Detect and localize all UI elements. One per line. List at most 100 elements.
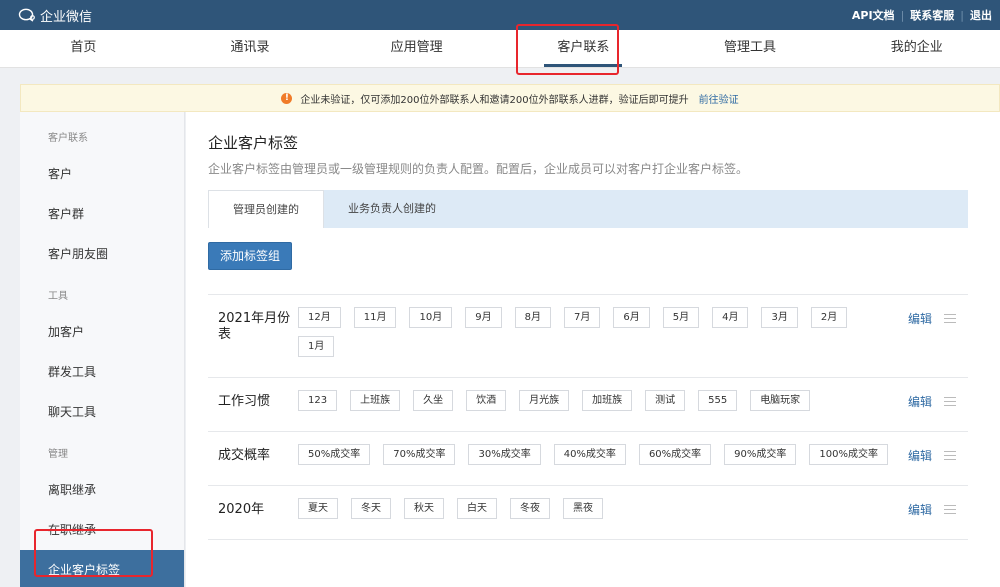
tag-chip[interactable]: 5月	[662, 307, 700, 328]
tag-list: 12月 11月 10月 9月 8月 7月 6月 5月 4月 3月 2月 1月	[298, 307, 908, 365]
nav-home[interactable]: 首页	[0, 30, 167, 67]
drag-handle-icon[interactable]	[944, 314, 957, 323]
sidebar: 客户联系 客户 客户群 客户朋友圈 工具 加客户 群发工具 聊天工具 管理 离职…	[20, 112, 185, 587]
tab-owner-created[interactable]: 业务负责人创建的	[324, 190, 460, 228]
tag-chip[interactable]: 6月	[613, 307, 650, 328]
app-name: 企业微信	[40, 9, 93, 25]
notice-text: 企业未验证，仅可添加200位外部联系人和邀请200位外部联系人进群，验证后即可提…	[300, 94, 689, 106]
tag-chip[interactable]: 测试	[645, 390, 686, 411]
tag-group-name: 工作习惯	[218, 394, 271, 409]
tag-chip[interactable]: 夏天	[298, 498, 338, 519]
sidebar-item-customer-group[interactable]: 客户群	[20, 194, 184, 234]
tag-chip[interactable]: 9月	[465, 307, 502, 328]
edit-tag-group-button[interactable]: 编辑	[908, 447, 932, 464]
sidebar-item-chat-tools[interactable]: 聊天工具	[20, 392, 184, 432]
tag-chip[interactable]: 上班族	[350, 390, 401, 411]
logout-link[interactable]: 退出	[970, 7, 992, 23]
verification-notice: ! 企业未验证，仅可添加200位外部联系人和邀请200位外部联系人进群，验证后即…	[20, 84, 1000, 112]
tag-chip[interactable]: 黑夜	[563, 498, 603, 519]
tag-chip[interactable]: 冬夜	[510, 498, 550, 519]
app-logo[interactable]: 企业微信	[18, 6, 92, 25]
tag-group-actions: 编辑	[908, 307, 957, 365]
sidebar-item-onjob-inherit[interactable]: 在职继承	[20, 510, 184, 550]
tag-group-name: 2021年月份表	[218, 311, 291, 342]
tag-list: 123 上班族 久坐 饮酒 月光族 加班族 测试 555 电脑玩家	[298, 390, 908, 419]
nav-apps[interactable]: 应用管理	[333, 30, 500, 67]
tag-chip[interactable]: 月光族	[519, 390, 570, 411]
tag-source-tabs: 管理员创建的 业务负责人创建的	[208, 190, 968, 228]
sidebar-item-add-customer[interactable]: 加客户	[20, 312, 184, 352]
edit-tag-group-button[interactable]: 编辑	[908, 501, 932, 518]
nav-my-company[interactable]: 我的企业	[833, 30, 1000, 67]
tag-chip[interactable]: 冬天	[351, 498, 391, 519]
api-docs-link[interactable]: API文档	[852, 7, 895, 23]
tag-group-row: 2021年月份表 12月 11月 10月 9月 8月 7月 6月 5月 4月 3月 2月 1月 编辑	[208, 295, 968, 378]
tag-chip[interactable]: 70%成交率	[383, 444, 456, 465]
tag-chip[interactable]: 100%成交率	[809, 444, 888, 465]
top-link-separator: |	[900, 8, 905, 22]
tag-group-row: 工作习惯 123 上班族 久坐 饮酒 月光族 加班族 测试 555 电脑玩家 编辑	[208, 378, 968, 432]
tag-chip[interactable]: 60%成交率	[638, 444, 712, 465]
tag-group-actions: 编辑	[908, 390, 957, 419]
tag-chip[interactable]: 电脑玩家	[750, 390, 811, 411]
sidebar-item-resign-inherit[interactable]: 离职继承	[20, 470, 184, 510]
tag-group-list: 2021年月份表 12月 11月 10月 9月 8月 7月 6月 5月 4月 3月 2月 1月 编辑 工作习…	[208, 294, 968, 540]
main-nav: 首页 通讯录 应用管理 客户联系 管理工具 我的企业	[0, 30, 1000, 68]
warning-icon: !	[281, 92, 293, 104]
tag-group-actions: 编辑	[908, 444, 957, 473]
page-description: 企业客户标签由管理员或一级管理规则的负责人配置。配置后，企业成员可以对客户打企业…	[208, 162, 749, 176]
wecom-logo-icon	[18, 8, 35, 22]
edit-tag-group-button[interactable]: 编辑	[908, 310, 932, 327]
main-content: 企业客户标签 企业客户标签由管理员或一级管理规则的负责人配置。配置后，企业成员可…	[186, 112, 1000, 587]
tag-chip[interactable]: 秋天	[404, 498, 444, 519]
tag-chip[interactable]: 4月	[712, 307, 749, 328]
tag-chip[interactable]: 555	[698, 390, 738, 411]
tag-chip[interactable]: 久坐	[413, 390, 454, 411]
top-link-separator: |	[960, 8, 964, 22]
tag-chip[interactable]: 90%成交率	[724, 444, 797, 465]
nav-management-tools[interactable]: 管理工具	[667, 30, 834, 67]
tag-chip[interactable]: 3月	[761, 307, 798, 328]
sidebar-item-customer-tags[interactable]: 企业客户标签	[20, 550, 184, 587]
sidebar-item-moments[interactable]: 客户朋友圈	[20, 234, 184, 274]
tag-group-name: 成交概率	[218, 448, 271, 463]
sidebar-item-customer[interactable]: 客户	[20, 154, 184, 194]
drag-handle-icon[interactable]	[944, 451, 957, 460]
sidebar-item-mass-send[interactable]: 群发工具	[20, 352, 184, 392]
nav-customer-contact[interactable]: 客户联系	[500, 30, 667, 67]
tag-chip[interactable]: 30%成交率	[468, 444, 541, 465]
tag-chip[interactable]: 10月	[409, 307, 453, 328]
add-tag-group-button[interactable]: 添加标签组	[208, 242, 293, 270]
drag-handle-icon[interactable]	[944, 397, 957, 406]
tag-group-actions: 编辑	[908, 498, 957, 527]
sidebar-group-management: 管理	[48, 449, 68, 460]
tag-chip[interactable]: 白天	[457, 498, 497, 519]
tag-list: 50%成交率 70%成交率 30%成交率 40%成交率 60%成交率 90%成交率 100%…	[298, 444, 908, 473]
tag-chip[interactable]: 2月	[810, 307, 848, 328]
tag-chip[interactable]: 123	[298, 390, 338, 411]
tag-group-row: 成交概率 50%成交率 70%成交率 30%成交率 40%成交率 60%成交率 90%成交率…	[208, 432, 968, 486]
tag-chip[interactable]: 加班族	[582, 390, 633, 411]
top-bar: 企业微信 API文档 | 联系客服 | 退出	[0, 0, 1000, 30]
tab-admin-created[interactable]: 管理员创建的	[208, 190, 324, 228]
top-links: API文档 | 联系客服 | 退出	[852, 7, 992, 23]
verify-link[interactable]: 前往验证	[699, 91, 739, 106]
sidebar-group-customer-contact: 客户联系	[48, 133, 88, 144]
tag-group-row: 2020年 夏天 冬天 秋天 白天 冬夜 黑夜 编辑	[208, 486, 968, 540]
page-title: 企业客户标签	[208, 134, 299, 152]
tag-list: 夏天 冬天 秋天 白天 冬夜 黑夜	[298, 498, 908, 527]
tag-chip[interactable]: 40%成交率	[553, 444, 626, 465]
sidebar-group-tools: 工具	[48, 291, 68, 302]
tag-chip[interactable]: 50%成交率	[298, 444, 371, 465]
tag-chip[interactable]: 8月	[514, 307, 551, 328]
tag-chip[interactable]: 1月	[298, 336, 335, 357]
tag-chip[interactable]: 饮酒	[466, 390, 507, 411]
nav-contacts[interactable]: 通讯录	[167, 30, 334, 67]
support-link[interactable]: 联系客服	[910, 7, 954, 23]
tag-chip[interactable]: 12月	[298, 307, 341, 328]
drag-handle-icon[interactable]	[944, 505, 957, 514]
tag-chip[interactable]: 7月	[563, 307, 601, 328]
tag-group-name: 2020年	[218, 502, 265, 517]
edit-tag-group-button[interactable]: 编辑	[908, 393, 932, 410]
tag-chip[interactable]: 11月	[353, 307, 397, 328]
